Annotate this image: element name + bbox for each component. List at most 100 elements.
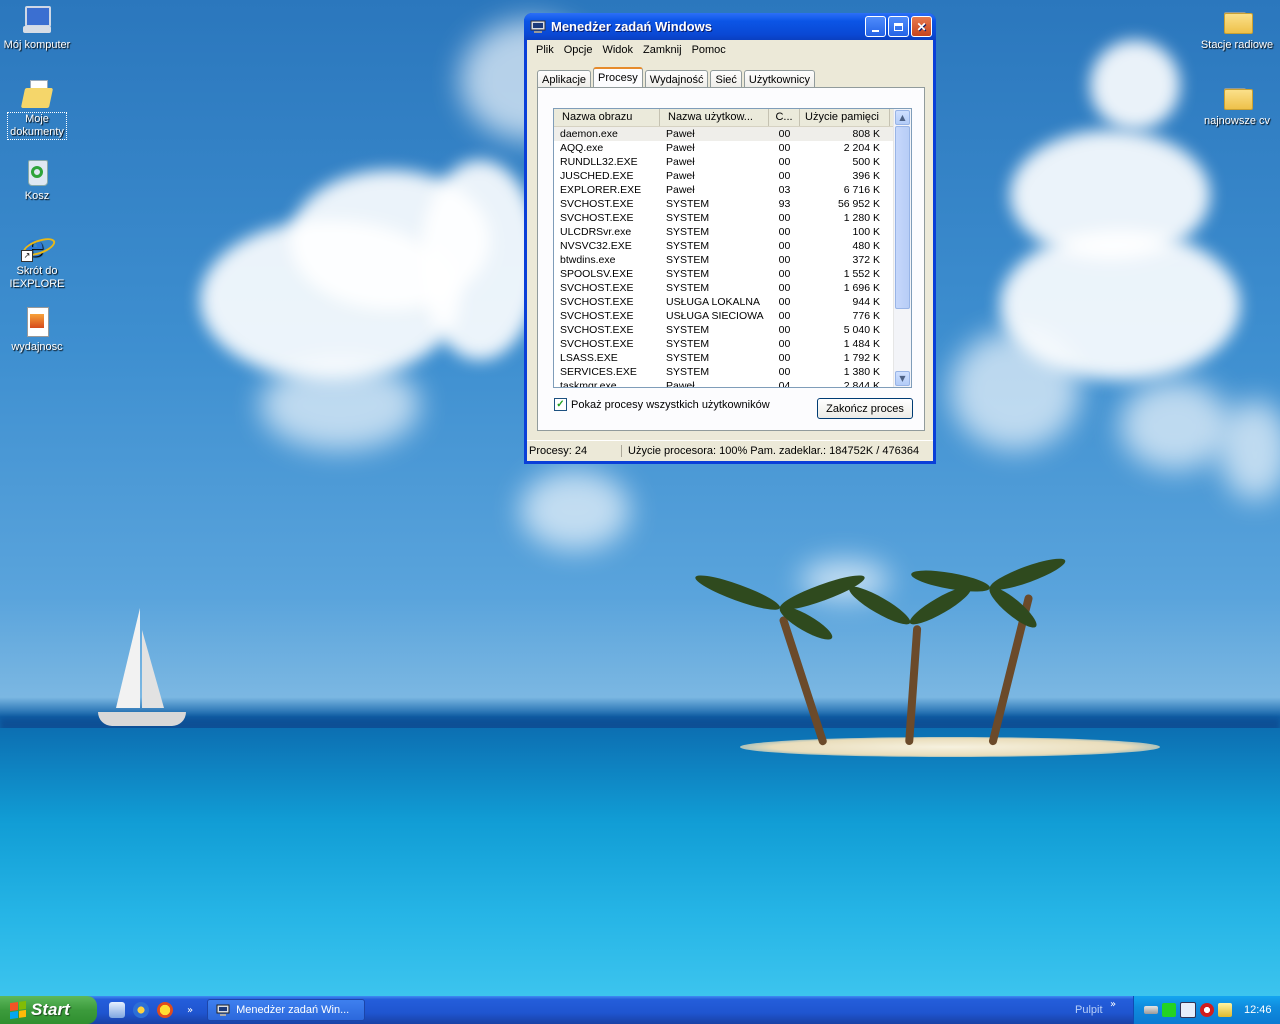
clock[interactable]: 12:46 xyxy=(1244,1004,1272,1016)
column-header-cpu[interactable]: C... xyxy=(769,109,800,126)
process-row[interactable]: SVCHOST.EXE USŁUGA LOKALNA 00 944 K xyxy=(554,295,911,309)
column-header-user-name[interactable]: Nazwa użytkow... xyxy=(660,109,769,126)
messenger-tray-icon[interactable] xyxy=(1218,1003,1232,1017)
process-list[interactable]: Nazwa obrazu Nazwa użytkow... C... Użyci… xyxy=(553,108,912,388)
process-image-name: JUSCHED.EXE xyxy=(560,170,634,182)
taskbar-button-task-manager[interactable]: Menedżer zadań Win... xyxy=(207,999,366,1021)
menu-item-plik[interactable]: Plik xyxy=(531,44,559,56)
desktop-icon-label: Moje dokumenty xyxy=(7,112,67,140)
process-row[interactable]: SVCHOST.EXE SYSTEM 93 56 952 K xyxy=(554,197,911,211)
desktop-icon-iexplore-shortcut[interactable]: e ↗ Skrót do IEXPLORE xyxy=(0,230,74,291)
recycle-bin-icon xyxy=(21,155,53,187)
process-row[interactable]: ULCDRSvr.exe SYSTEM 00 100 K xyxy=(554,225,911,239)
scroll-up-arrow-icon[interactable]: ▲ xyxy=(895,110,910,125)
process-row[interactable]: SVCHOST.EXE SYSTEM 00 5 040 K xyxy=(554,323,911,337)
column-header-image-name[interactable]: Nazwa obrazu xyxy=(554,109,660,126)
process-row[interactable]: btwdins.exe SYSTEM 00 372 K xyxy=(554,253,911,267)
process-image-name: btwdins.exe xyxy=(560,254,616,266)
process-memory: 1 792 K xyxy=(843,352,880,364)
process-user-name: USŁUGA LOKALNA xyxy=(666,296,760,308)
process-user-name: Paweł xyxy=(666,142,695,154)
end-process-button[interactable]: Zakończ proces xyxy=(817,398,913,419)
process-row[interactable]: NVSVC32.EXE SYSTEM 00 480 K xyxy=(554,239,911,253)
process-row[interactable]: LSASS.EXE SYSTEM 00 1 792 K xyxy=(554,351,911,365)
desktop-toolbar-label[interactable]: Pulpit xyxy=(1075,1004,1103,1016)
process-cpu: 00 xyxy=(778,338,791,350)
process-memory: 808 K xyxy=(852,128,880,140)
process-row[interactable]: SVCHOST.EXE SYSTEM 00 1 484 K xyxy=(554,337,911,351)
menu-item-pomoc[interactable]: Pomoc xyxy=(687,44,731,56)
scroll-down-arrow-icon[interactable]: ▼ xyxy=(895,371,910,386)
process-image-name: AQQ.exe xyxy=(560,142,604,154)
process-user-name: Paweł xyxy=(666,184,695,196)
show-desktop-icon[interactable] xyxy=(109,1002,125,1018)
scrollbar-thumb[interactable] xyxy=(895,126,910,309)
process-cpu: 00 xyxy=(778,254,791,266)
quick-launch-more-icon[interactable]: » xyxy=(187,1005,193,1016)
process-user-name: SYSTEM xyxy=(666,282,710,294)
menu-item-zamknij[interactable]: Zamknij xyxy=(638,44,687,56)
process-cpu: 00 xyxy=(778,296,791,308)
process-user-name: SYSTEM xyxy=(666,338,710,350)
folder-icon xyxy=(1221,4,1253,36)
desktop-icon-stacje-radiowe[interactable]: Stacje radiowe xyxy=(1200,4,1274,52)
process-image-name: SERVICES.EXE xyxy=(560,366,637,378)
media-player-icon[interactable] xyxy=(133,1002,149,1018)
process-user-name: Paweł xyxy=(666,128,695,140)
start-button[interactable]: Start xyxy=(0,996,97,1024)
task-manager-app-icon xyxy=(530,20,546,33)
desktop-icon-recycle-bin[interactable]: Kosz xyxy=(0,155,74,203)
performance-meter-icon[interactable] xyxy=(1180,1002,1196,1018)
task-manager-window[interactable]: Menedżer zadań Windows ✕ Plik Opcje Wido… xyxy=(524,13,936,464)
close-button[interactable]: ✕ xyxy=(911,16,932,37)
desktop-icon-najnowsze-cv[interactable]: najnowsze cv xyxy=(1200,80,1274,128)
antivirus-icon[interactable] xyxy=(1200,1003,1214,1017)
processes-tab-panel: Nazwa obrazu Nazwa użytkow... C... Użyci… xyxy=(537,87,925,431)
title-bar[interactable]: Menedżer zadań Windows ✕ xyxy=(524,13,936,40)
process-cpu: 00 xyxy=(778,156,791,168)
menu-item-widok[interactable]: Widok xyxy=(597,44,638,56)
desktop-icon-wydajnosc[interactable]: wydajnosc xyxy=(0,306,74,354)
status-bar: Procesy: 24 Użycie procesora: 100% Pam. … xyxy=(527,440,933,461)
process-cpu: 00 xyxy=(778,142,791,154)
process-row[interactable]: SVCHOST.EXE SYSTEM 00 1 280 K xyxy=(554,211,911,225)
desktop-icon-label: Mój komputer xyxy=(3,39,71,51)
process-row[interactable]: EXPLORER.EXE Paweł 03 6 716 K xyxy=(554,183,911,197)
minimize-button[interactable] xyxy=(865,16,886,37)
process-row[interactable]: daemon.exe Paweł 00 808 K xyxy=(554,127,911,141)
process-memory: 776 K xyxy=(852,310,880,322)
process-cpu: 00 xyxy=(778,310,791,322)
menu-item-opcje[interactable]: Opcje xyxy=(559,44,598,56)
process-memory: 2 204 K xyxy=(843,142,880,154)
process-cpu: 04 xyxy=(778,380,791,388)
process-user-name: Paweł xyxy=(666,380,695,388)
process-row[interactable]: taskmgr.exe Paweł 04 2 844 K xyxy=(554,379,911,388)
process-row[interactable]: JUSCHED.EXE Paweł 00 396 K xyxy=(554,169,911,183)
checkbox-checked-icon[interactable]: ✓ xyxy=(554,398,567,411)
process-memory: 500 K xyxy=(852,156,880,168)
desktop-toolbar-more-icon[interactable]: » xyxy=(1110,999,1116,1010)
process-cpu: 00 xyxy=(778,352,791,364)
maximize-button[interactable] xyxy=(888,16,909,37)
process-user-name: SYSTEM xyxy=(666,240,710,252)
status-cpu-memory: Użycie procesora: 100% Pam. zadeklar.: 1… xyxy=(628,445,920,457)
process-memory: 100 K xyxy=(852,226,880,238)
desktop-icon-my-documents[interactable]: Moje dokumenty xyxy=(0,78,74,140)
network-status-icon[interactable] xyxy=(1162,1003,1176,1017)
process-memory: 56 952 K xyxy=(837,198,880,210)
process-row[interactable]: RUNDLL32.EXE Paweł 00 500 K xyxy=(554,155,911,169)
usb-device-icon[interactable] xyxy=(1144,1006,1158,1014)
vertical-scrollbar[interactable]: ▲ ▼ xyxy=(893,109,911,387)
process-image-name: SVCHOST.EXE xyxy=(560,310,634,322)
desktop-icon-my-computer[interactable]: Mój komputer xyxy=(0,4,74,52)
process-row[interactable]: SERVICES.EXE SYSTEM 00 1 380 K xyxy=(554,365,911,379)
messenger-icon[interactable] xyxy=(157,1002,173,1018)
show-all-processes-checkbox[interactable]: ✓ Pokaż procesy wszystkich użytkowników xyxy=(554,398,770,411)
process-row[interactable]: SVCHOST.EXE SYSTEM 00 1 696 K xyxy=(554,281,911,295)
process-row[interactable]: SVCHOST.EXE USŁUGA SIECIOWA 00 776 K xyxy=(554,309,911,323)
process-row[interactable]: AQQ.exe Paweł 00 2 204 K xyxy=(554,141,911,155)
process-row[interactable]: SPOOLSV.EXE SYSTEM 00 1 552 K xyxy=(554,267,911,281)
column-header-memory[interactable]: Użycie pamięci xyxy=(800,109,890,126)
process-image-name: SVCHOST.EXE xyxy=(560,296,634,308)
desktop-icon-label: najnowsze cv xyxy=(1203,115,1271,127)
